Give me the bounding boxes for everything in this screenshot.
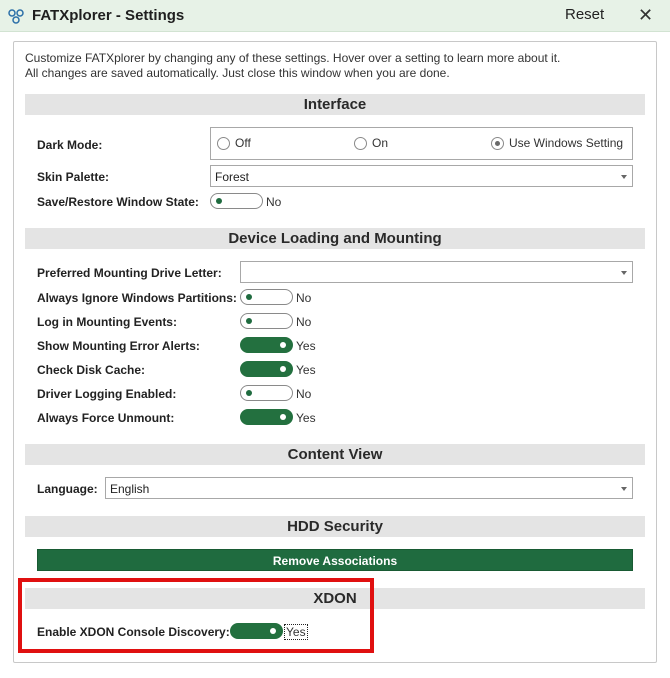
language-label: Language: — [37, 482, 98, 496]
chevron-down-icon — [621, 271, 627, 275]
save-restore-toggle[interactable] — [210, 193, 263, 209]
ignore-partitions-toggle[interactable] — [240, 289, 293, 305]
driver-logging-toggle[interactable] — [240, 385, 293, 401]
radio-off[interactable] — [217, 137, 230, 150]
radio-use-windows-setting-label[interactable]: Use Windows Setting — [509, 136, 623, 150]
mounting-error-alerts-state: Yes — [296, 339, 316, 353]
skin-palette-value: Forest — [215, 170, 250, 184]
toggle-knob — [280, 366, 286, 372]
skin-palette-label: Skin Palette: — [37, 170, 110, 184]
force-unmount-label: Always Force Unmount: — [37, 411, 175, 425]
driver-logging-state: No — [296, 387, 312, 401]
drive-letter-label: Preferred Mounting Drive Letter: — [37, 266, 222, 280]
section-header-device-loading: Device Loading and Mounting — [25, 228, 645, 249]
save-restore-label: Save/Restore Window State: — [37, 195, 199, 209]
language-dropdown[interactable]: English — [105, 477, 633, 499]
ignore-partitions-label: Always Ignore Windows Partitions: — [37, 291, 237, 305]
radio-off-label[interactable]: Off — [235, 136, 251, 150]
close-icon[interactable]: ✕ — [638, 3, 653, 27]
force-unmount-state: Yes — [296, 411, 316, 425]
log-mounting-toggle[interactable] — [240, 313, 293, 329]
toggle-knob — [246, 390, 252, 396]
toggle-knob — [246, 318, 252, 324]
toggle-knob — [280, 342, 286, 348]
radio-use-windows-setting[interactable] — [491, 137, 504, 150]
skin-palette-dropdown[interactable]: Forest — [210, 165, 633, 187]
radio-on-label[interactable]: On — [372, 136, 388, 150]
toggle-knob — [246, 294, 252, 300]
radio-on[interactable] — [354, 137, 367, 150]
app-logo-icon — [8, 9, 24, 24]
driver-logging-label: Driver Logging Enabled: — [37, 387, 177, 401]
section-header-hdd-security: HDD Security — [25, 516, 645, 537]
drive-letter-dropdown[interactable] — [240, 261, 633, 283]
ignore-partitions-state: No — [296, 291, 312, 305]
intro-line-2: All changes are saved automatically. Jus… — [25, 66, 450, 80]
force-unmount-toggle[interactable] — [240, 409, 293, 425]
intro-line-1: Customize FATXplorer by changing any of … — [25, 51, 561, 65]
intro-text: Customize FATXplorer by changing any of … — [25, 51, 645, 81]
log-mounting-label: Log in Mounting Events: — [37, 315, 177, 329]
language-value: English — [110, 482, 150, 496]
save-restore-state: No — [266, 195, 282, 209]
check-disk-cache-toggle[interactable] — [240, 361, 293, 377]
check-disk-cache-label: Check Disk Cache: — [37, 363, 146, 377]
toggle-knob — [216, 198, 222, 204]
chevron-down-icon — [621, 175, 627, 179]
dark-mode-label: Dark Mode: — [37, 138, 103, 152]
chevron-down-icon — [621, 487, 627, 491]
dark-mode-radio-group: Off On Use Windows Setting — [210, 127, 633, 160]
reset-button[interactable]: Reset — [565, 6, 604, 23]
mounting-error-alerts-label: Show Mounting Error Alerts: — [37, 339, 200, 353]
check-disk-cache-state: Yes — [296, 363, 316, 377]
section-header-interface: Interface — [25, 94, 645, 115]
log-mounting-state: No — [296, 315, 312, 329]
toggle-knob — [280, 414, 286, 420]
highlight-annotation — [18, 578, 374, 653]
mounting-error-alerts-toggle[interactable] — [240, 337, 293, 353]
section-header-content-view: Content View — [25, 444, 645, 465]
title-bar: FATXplorer - Settings Reset ✕ — [0, 0, 670, 32]
remove-associations-button[interactable]: Remove Associations — [37, 549, 633, 571]
window-title: FATXplorer - Settings — [32, 7, 185, 24]
